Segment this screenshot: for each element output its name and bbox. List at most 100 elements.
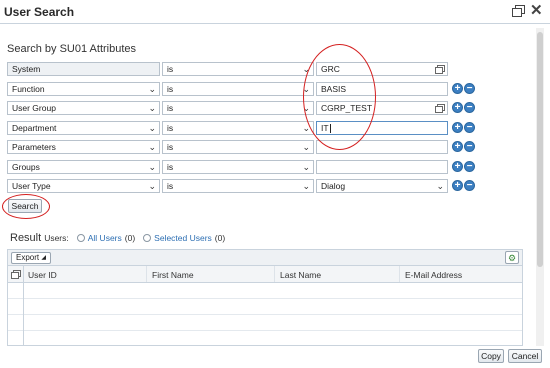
chevron-down-icon: ⌄ bbox=[302, 181, 310, 191]
cancel-button[interactable]: Cancel bbox=[508, 349, 542, 363]
export-button[interactable]: Export ◢ bbox=[11, 252, 51, 264]
table-row[interactable] bbox=[8, 299, 522, 315]
chevron-down-icon: ⌄ bbox=[148, 123, 156, 133]
title-bar: User Search ✕ bbox=[0, 0, 550, 24]
chevron-down-icon: ⌄ bbox=[436, 181, 444, 191]
table-header: User ID First Name Last Name E-Mail Addr… bbox=[8, 266, 522, 283]
chevron-down-icon: ⌄ bbox=[148, 181, 156, 191]
dialog-title: User Search bbox=[4, 5, 75, 19]
operator-dropdown[interactable]: is ⌄ bbox=[162, 160, 314, 174]
attribute-field: System bbox=[7, 62, 160, 76]
table-row[interactable] bbox=[8, 283, 522, 299]
attribute-text: Department bbox=[12, 123, 57, 133]
attribute-dropdown[interactable]: User Type ⌄ bbox=[7, 179, 160, 193]
remove-row-icon[interactable]: − bbox=[464, 161, 475, 172]
operator-dropdown[interactable]: is ⌄ bbox=[162, 82, 314, 96]
copy-button[interactable]: Copy bbox=[478, 349, 504, 363]
results-table: User ID First Name Last Name E-Mail Addr… bbox=[7, 266, 523, 346]
operator-text: is bbox=[167, 84, 174, 94]
value-field[interactable] bbox=[316, 160, 448, 174]
all-users-count: (0) bbox=[124, 233, 136, 243]
remove-row-icon[interactable]: − bbox=[464, 141, 475, 152]
caret-down-icon: ◢ bbox=[41, 255, 46, 261]
column-header-email[interactable]: E-Mail Address bbox=[405, 270, 462, 280]
add-row-icon[interactable]: + bbox=[452, 141, 463, 152]
criteria-row-parameters: Parameters ⌄ is ⌄ + − bbox=[7, 140, 547, 156]
close-icon[interactable]: ✕ bbox=[530, 3, 543, 18]
remove-row-icon[interactable]: − bbox=[464, 122, 475, 133]
chevron-down-icon: ⌄ bbox=[148, 142, 156, 152]
attribute-dropdown[interactable]: Department ⌄ bbox=[7, 121, 160, 135]
users-label: Users: bbox=[44, 233, 69, 243]
column-header-last-name[interactable]: Last Name bbox=[280, 270, 321, 280]
criteria-row-user-group: User Group ⌄ is ⌄ CGRP_TEST + − bbox=[7, 101, 547, 117]
attribute-text: Parameters bbox=[12, 142, 56, 152]
operator-dropdown[interactable]: is ⌄ bbox=[162, 179, 314, 193]
operator-text: is bbox=[167, 142, 174, 152]
operator-text: is bbox=[167, 103, 174, 113]
value-dropdown[interactable]: Dialog ⌄ bbox=[316, 179, 448, 193]
row-selector-column bbox=[8, 283, 24, 345]
column-header-user-id[interactable]: User ID bbox=[28, 270, 57, 280]
all-users-link[interactable]: All Users bbox=[88, 233, 122, 243]
criteria-row-function: Function ⌄ is ⌄ BASIS + − bbox=[7, 82, 547, 98]
attribute-text: Function bbox=[12, 84, 45, 94]
value-help-icon[interactable] bbox=[435, 65, 445, 74]
table-row[interactable] bbox=[8, 331, 522, 345]
result-label: Result bbox=[10, 232, 42, 244]
chevron-down-icon: ⌄ bbox=[302, 162, 310, 172]
operator-text: is bbox=[167, 181, 174, 191]
value-help-icon[interactable] bbox=[435, 104, 445, 113]
add-row-icon[interactable]: + bbox=[452, 83, 463, 94]
value-text: Dialog bbox=[321, 181, 346, 191]
criteria-row-system: System is ⌄ GRC bbox=[7, 62, 547, 78]
criteria-row-department: Department ⌄ is ⌄ IT + − bbox=[7, 121, 547, 137]
operator-text: is bbox=[167, 162, 174, 172]
criteria-row-user-type: User Type ⌄ is ⌄ Dialog ⌄ + − bbox=[7, 179, 547, 195]
grid-toolbar: Export ◢ ⚙ bbox=[7, 249, 523, 266]
export-label: Export bbox=[16, 253, 40, 262]
operator-dropdown[interactable]: is ⌄ bbox=[162, 62, 314, 76]
scrollbar-thumb[interactable] bbox=[537, 32, 543, 267]
selected-users-link[interactable]: Selected Users bbox=[154, 233, 212, 243]
annotation-circle-values bbox=[303, 44, 376, 150]
chevron-down-icon: ⌄ bbox=[148, 103, 156, 113]
add-row-icon[interactable]: + bbox=[452, 102, 463, 113]
attribute-text: User Group bbox=[12, 103, 56, 113]
select-all-icon[interactable] bbox=[11, 270, 21, 279]
remove-row-icon[interactable]: − bbox=[464, 180, 475, 191]
selected-users-count: (0) bbox=[214, 233, 226, 243]
remove-row-icon[interactable]: − bbox=[464, 83, 475, 94]
column-divider bbox=[274, 266, 275, 282]
restore-icon[interactable] bbox=[512, 5, 525, 17]
column-divider bbox=[146, 266, 147, 282]
add-row-icon[interactable]: + bbox=[452, 122, 463, 133]
table-row[interactable] bbox=[8, 315, 522, 331]
operator-text: is bbox=[167, 123, 174, 133]
settings-icon[interactable]: ⚙ bbox=[505, 251, 519, 264]
result-summary: Result Users: All Users (0) Selected Use… bbox=[10, 232, 225, 244]
operator-dropdown[interactable]: is ⌄ bbox=[162, 140, 314, 154]
vertical-scrollbar[interactable] bbox=[536, 28, 544, 346]
column-header-first-name[interactable]: First Name bbox=[152, 270, 194, 280]
attribute-dropdown[interactable]: User Group ⌄ bbox=[7, 101, 160, 115]
attribute-dropdown[interactable]: Parameters ⌄ bbox=[7, 140, 160, 154]
operator-dropdown[interactable]: is ⌄ bbox=[162, 121, 314, 135]
attribute-text: User Type bbox=[12, 181, 51, 191]
chevron-down-icon: ⌄ bbox=[302, 142, 310, 152]
chevron-down-icon: ⌄ bbox=[148, 162, 156, 172]
select-column bbox=[8, 266, 24, 282]
operator-text: is bbox=[167, 64, 174, 74]
attribute-text: Groups bbox=[12, 162, 40, 172]
add-row-icon[interactable]: + bbox=[452, 180, 463, 191]
criteria-row-groups: Groups ⌄ is ⌄ + − bbox=[7, 160, 547, 176]
attribute-dropdown[interactable]: Function ⌄ bbox=[7, 82, 160, 96]
selected-users-radio[interactable] bbox=[143, 234, 152, 242]
section-title: Search by SU01 Attributes bbox=[7, 43, 137, 55]
column-divider bbox=[399, 266, 400, 282]
attribute-dropdown[interactable]: Groups ⌄ bbox=[7, 160, 160, 174]
all-users-radio[interactable] bbox=[76, 234, 85, 242]
remove-row-icon[interactable]: − bbox=[464, 102, 475, 113]
operator-dropdown[interactable]: is ⌄ bbox=[162, 101, 314, 115]
add-row-icon[interactable]: + bbox=[452, 161, 463, 172]
